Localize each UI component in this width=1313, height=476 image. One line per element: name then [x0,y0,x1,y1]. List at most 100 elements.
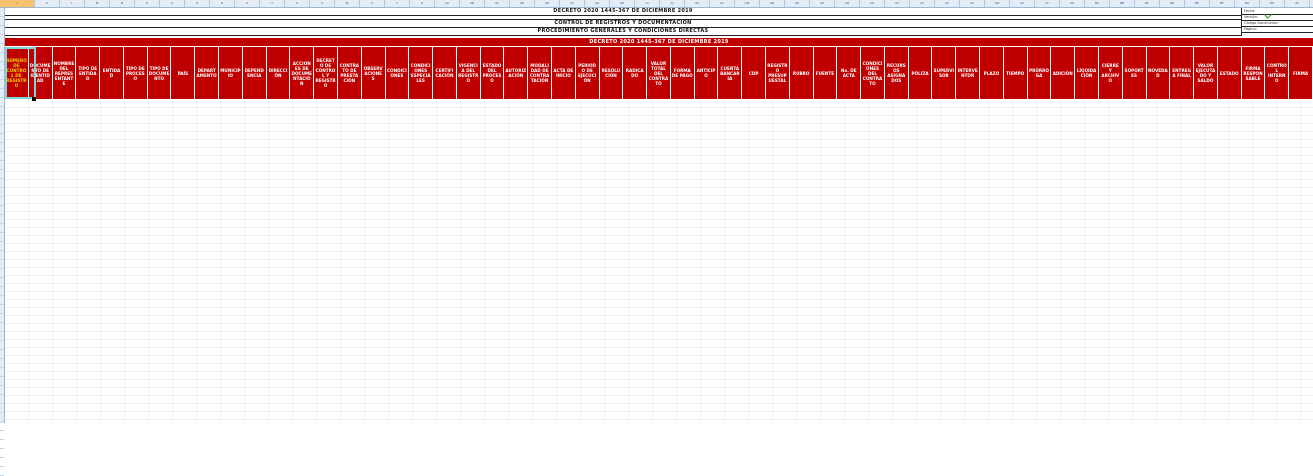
column-header[interactable]: AY [1035,0,1060,7]
row-header[interactable] [0,323,4,332]
column-header[interactable]: BA [1085,0,1110,7]
column-heading-cell[interactable]: DEPARTAMENTO [195,47,220,99]
column-heading-cell[interactable]: NOMBRE DEL REPRESENTANTE [52,47,77,99]
column-heading-cell[interactable]: LIQUIDACIÓN [1075,47,1099,99]
column-header[interactable]: BE [1185,0,1210,7]
row-header[interactable] [0,170,4,179]
column-header[interactable]: AC [485,0,510,7]
column-header[interactable]: X [360,0,385,7]
column-header[interactable]: AF [560,0,585,7]
column-heading-cell[interactable]: RADICADO [623,47,648,99]
column-heading-cell[interactable]: CONDICIONES DEL CONTRATO [861,47,885,99]
column-header[interactable]: AT [910,0,935,7]
column-heading-cell[interactable]: DEPENDENCIA [242,47,267,99]
row-header[interactable] [0,395,4,404]
row-header[interactable] [0,71,4,80]
column-header[interactable]: L [60,0,85,7]
column-heading-cell[interactable]: RUBRO [789,47,814,99]
row-header[interactable] [0,179,4,188]
row-header[interactable] [0,251,4,260]
column-heading-cell[interactable]: DIRECCIÓN [266,47,291,99]
row-header[interactable] [0,314,4,323]
column-header[interactable]: I [0,0,35,7]
column-heading-cell[interactable]: PERIODO DE EJECUCIÓN [575,47,600,99]
row-header[interactable] [0,107,4,116]
column-header[interactable]: M [85,0,110,7]
row-header[interactable] [0,422,4,431]
column-header[interactable]: W [335,0,360,7]
column-heading-cell[interactable]: INTERVENTOR [956,47,981,99]
column-heading-cell[interactable]: CUENTA BANCARIA [718,47,743,99]
column-header[interactable]: Q [185,0,210,7]
row-header[interactable] [0,35,4,44]
column-heading-cell[interactable]: DOCUMENTO DE IDENTIDAD [28,47,53,99]
row-header[interactable] [0,80,4,89]
column-header[interactable]: AV [960,0,985,7]
column-header[interactable]: BI [1285,0,1310,7]
column-heading-cell[interactable]: ESTADO [1217,47,1242,99]
column-header[interactable]: AW [985,0,1010,7]
column-header[interactable]: N [110,0,135,7]
column-header[interactable]: AB [460,0,485,7]
column-heading-cell[interactable]: ADICIÓN [1051,47,1076,99]
row-header[interactable] [0,233,4,242]
column-header[interactable]: BH [1260,0,1285,7]
row-header[interactable] [0,62,4,71]
column-header[interactable]: AH [610,0,635,7]
column-heading-cell[interactable]: NÚMERO DE CONTROL DE REGISTRO [5,47,29,99]
column-heading-cell[interactable]: FIRMA RESPONSABLE [1241,47,1266,99]
column-heading-cell[interactable]: PÓLIZA [908,47,933,99]
row-header[interactable] [0,89,4,98]
column-heading-cell[interactable]: TIEMPO [1003,47,1028,99]
row-header[interactable] [0,431,4,440]
column-header[interactable]: AP [810,0,835,7]
row-header[interactable] [0,98,4,107]
column-heading-cell[interactable]: FIRMA [1289,47,1313,99]
row-header[interactable] [0,53,4,62]
column-header[interactable]: BC [1135,0,1160,7]
column-heading-cell[interactable]: ACTA DE INICIO [551,47,576,99]
column-heading-cell[interactable]: CONDICIONES ESPECIALES [409,47,434,99]
column-heading-cell[interactable]: PLAZO [980,47,1004,99]
column-heading-cell[interactable]: ANTICIPO [694,47,719,99]
row-header[interactable] [0,359,4,368]
column-heading-cell[interactable]: TIPO DE DOCUMENTO [147,47,172,99]
column-header[interactable]: BF [1210,0,1235,7]
column-header[interactable]: AD [510,0,535,7]
column-heading-cell[interactable]: VIGENCIA DEL REGISTRO [456,47,481,99]
row-header[interactable] [0,287,4,296]
row-header[interactable] [0,278,4,287]
column-heading-cell[interactable]: CERTIFICACIÓN [433,47,457,99]
column-header[interactable]: P [160,0,185,7]
row-header[interactable] [0,188,4,197]
column-heading-cell[interactable]: ACCIONES DE DOCUMENTACIÓN [290,47,315,99]
column-heading-cell[interactable]: PRÓRROGA [1027,47,1052,99]
column-header[interactable]: AR [860,0,885,7]
row-header[interactable] [0,143,4,152]
column-heading-cell[interactable]: MUNICIPIO [219,47,243,99]
row-header[interactable] [0,332,4,341]
row-header[interactable] [0,17,4,26]
column-header[interactable]: AS [885,0,910,7]
row-header[interactable] [0,296,4,305]
column-header[interactable]: AU [935,0,960,7]
column-heading-cell[interactable]: CONTROL INTERNO [1265,47,1290,99]
row-header[interactable] [0,224,4,233]
column-heading-cell[interactable]: MODALIDAD DE CONTRATACIÓN [528,47,552,99]
row-header[interactable] [0,269,4,278]
row-header[interactable] [0,215,4,224]
column-heading-cell[interactable]: CONDICIONES [385,47,410,99]
row-header[interactable] [0,206,4,215]
column-heading-cell[interactable]: REGISTRO PRESUPUESTAL [766,47,790,99]
row-header[interactable] [0,449,4,458]
column-heading-cell[interactable]: PAÍS [171,47,196,99]
column-heading-cell[interactable]: TIPO DE ENTIDAD [76,47,101,99]
column-header[interactable]: T [260,0,285,7]
row-header[interactable] [0,377,4,386]
column-heading-cell[interactable]: NOVEDAD [1146,47,1171,99]
column-header[interactable]: AX [1010,0,1035,7]
row-header[interactable] [0,8,4,17]
column-header[interactable]: S [235,0,260,7]
row-header[interactable] [0,368,4,377]
column-header[interactable]: AM [735,0,760,7]
